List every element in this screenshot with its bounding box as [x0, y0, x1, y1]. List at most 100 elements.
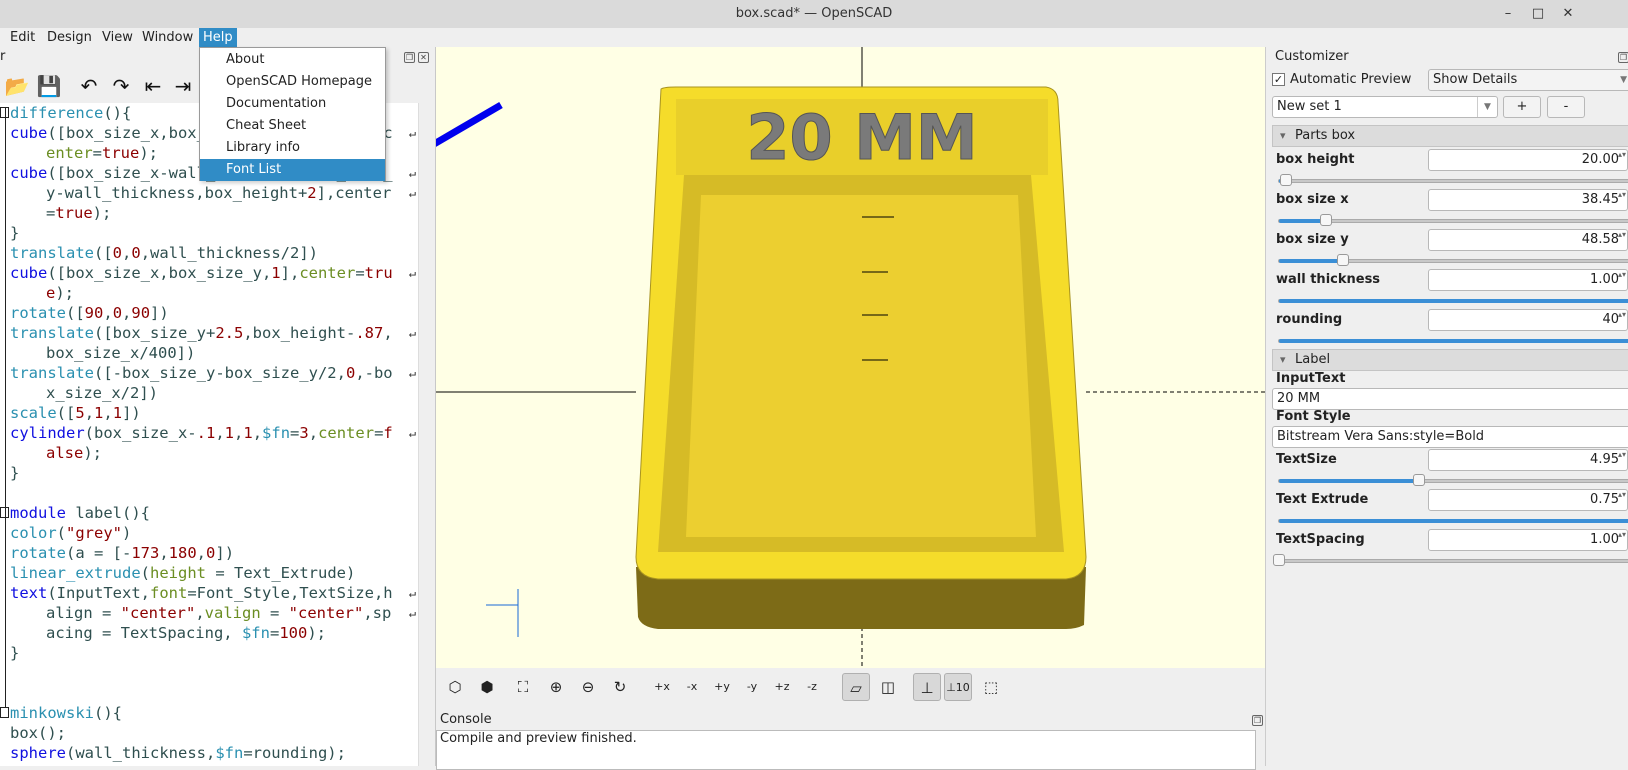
wrap-icon: ↵ [408, 586, 416, 600]
text-param-input[interactable]: 20 MM [1272, 388, 1628, 410]
preset-select[interactable]: New set 1 ▼ [1272, 96, 1498, 118]
spinbox-arrows-icon[interactable]: ▴▾ [1618, 269, 1626, 291]
menu-item-cheat-sheet[interactable]: Cheat Sheet [200, 115, 385, 137]
spinbox-arrows-icon[interactable]: ▴▾ [1618, 489, 1626, 511]
remove-preset-button[interactable]: - [1547, 96, 1585, 118]
zoom-in-icon[interactable]: ⊕ [542, 673, 570, 701]
code-line: x_size_x/2]) [0, 383, 418, 403]
undo-icon[interactable]: ↶ [76, 73, 102, 99]
code-line: translate([-box_size_y-box_size_y/2,0,-b… [0, 363, 418, 383]
open-file-icon[interactable]: 📂 [4, 73, 30, 99]
menu-item-font-list[interactable]: Font List [200, 159, 385, 181]
menu-item-documentation[interactable]: Documentation [200, 93, 385, 115]
details-select[interactable]: Show Details ▼ [1428, 69, 1628, 91]
minimize-button[interactable]: – [1494, 0, 1522, 28]
orthogonal-icon[interactable]: ◫ [874, 673, 902, 701]
show-scale-icon[interactable]: ⊥10 [944, 673, 972, 701]
param-value-input[interactable]: 1.00 [1428, 269, 1628, 291]
param-value-input[interactable]: 20.00 [1428, 149, 1628, 171]
view-front-icon[interactable]: -y [738, 673, 766, 701]
param-slider[interactable] [1278, 519, 1628, 523]
fold-icon[interactable] [0, 707, 9, 718]
console-output[interactable]: Compile and preview finished. [436, 730, 1256, 770]
view-left-icon[interactable]: -x [678, 673, 706, 701]
text-param-input[interactable]: Bitstream Vera Sans:style=Bold [1272, 426, 1628, 448]
code-text: y-wall_thickness,box_height+2],center [46, 184, 392, 202]
slider-fill [1279, 219, 1326, 223]
code-line: align = "center",valign = "center",sp ↵ [0, 603, 418, 623]
code-text: e); [46, 284, 75, 302]
param-slider[interactable] [1278, 339, 1628, 343]
slider-handle[interactable] [1412, 474, 1425, 486]
code-editor[interactable]: difference(){cube([box_size_x,box_size_y… [0, 103, 418, 766]
slider-handle[interactable] [1273, 554, 1285, 566]
spinbox-arrows-icon[interactable]: ▴▾ [1618, 309, 1626, 331]
param-slider[interactable] [1278, 174, 1628, 186]
param-value-input[interactable]: 40 [1428, 309, 1628, 331]
customizer-float-icon[interactable]: ❐ [1618, 52, 1628, 63]
param-value-input[interactable]: 38.45 [1428, 189, 1628, 211]
indent-icon[interactable]: ⇥ [170, 73, 196, 99]
param-slider[interactable] [1278, 299, 1628, 303]
menu-item-about[interactable]: About [200, 49, 385, 71]
code-text: color("grey") [10, 524, 132, 542]
redo-icon[interactable]: ↷ [108, 73, 134, 99]
auto-preview-checkbox[interactable]: ✓ [1272, 73, 1285, 86]
code-text: =true); [46, 204, 112, 222]
menu-help[interactable]: Help [199, 28, 237, 47]
param-slider[interactable] [1273, 554, 1628, 566]
float-icon[interactable]: ❐ [404, 52, 415, 63]
close-button[interactable]: ✕ [1554, 0, 1582, 28]
view-back-icon[interactable]: +y [708, 673, 736, 701]
slider-handle[interactable] [1337, 254, 1350, 266]
show-edges-icon[interactable]: ⬚ [977, 673, 1005, 701]
reset-view-icon[interactable]: ↻ [606, 673, 634, 701]
menu-design[interactable]: Design [43, 28, 96, 47]
param-value-input[interactable]: 0.75 [1428, 489, 1628, 511]
param-slider[interactable] [1278, 214, 1628, 226]
spinbox-arrows-icon[interactable]: ▴▾ [1618, 529, 1626, 551]
param-slider[interactable] [1278, 254, 1628, 266]
param-label: box height [1276, 152, 1355, 167]
add-preset-button[interactable]: + [1503, 96, 1541, 118]
3d-viewport[interactable]: 20 MM [436, 47, 1265, 668]
render-icon[interactable]: ⬢ [473, 673, 501, 701]
param-value-input[interactable]: 1.00 [1428, 529, 1628, 551]
spinbox-arrows-icon[interactable]: ▴▾ [1618, 149, 1626, 171]
save-icon[interactable]: 💾 [36, 73, 62, 99]
menu-window[interactable]: Window [138, 28, 197, 47]
perspective-icon[interactable]: ▱ [842, 673, 870, 701]
group-header-label[interactable]: Label [1272, 349, 1628, 371]
zoom-out-icon[interactable]: ⊖ [574, 673, 602, 701]
view-bottom-icon[interactable]: -z [798, 673, 826, 701]
code-text: enter=true); [46, 144, 159, 162]
spinbox-arrows-icon[interactable]: ▴▾ [1618, 229, 1626, 251]
close-panel-icon[interactable]: ✕ [418, 52, 429, 63]
console-float-icon[interactable]: ❐ [1252, 715, 1263, 726]
slider-handle[interactable] [1319, 214, 1332, 226]
unindent-icon[interactable]: ⇤ [140, 73, 166, 99]
group-header-parts-box[interactable]: Parts box [1272, 125, 1628, 147]
view-right-icon[interactable]: +x [648, 673, 676, 701]
menu-item-homepage[interactable]: OpenSCAD Homepage [200, 71, 385, 93]
menu-edit[interactable]: Edit [6, 28, 39, 47]
preview-icon[interactable]: ⬡ [441, 673, 469, 701]
spinbox-arrows-icon[interactable]: ▴▾ [1618, 449, 1626, 471]
show-axes-icon[interactable]: ⊥ [913, 673, 941, 701]
wrap-icon: ↵ [408, 326, 416, 340]
spinbox-arrows-icon[interactable]: ▴▾ [1618, 189, 1626, 211]
param-slider[interactable] [1278, 474, 1628, 486]
param-value-input[interactable]: 4.95 [1428, 449, 1628, 471]
param-label: rounding [1276, 312, 1343, 327]
param-value-input[interactable]: 48.58 [1428, 229, 1628, 251]
code-line: cylinder(box_size_x-.1,1,1,$fn=3,center=… [0, 423, 418, 443]
view-top-icon[interactable]: +z [768, 673, 796, 701]
maximize-button[interactable]: □ [1524, 0, 1552, 28]
view-all-icon[interactable]: ⛶ [509, 673, 537, 701]
slider-handle[interactable] [1280, 174, 1293, 186]
editor-title: r [0, 49, 6, 64]
editor-scrollbar[interactable] [418, 103, 432, 766]
code-line: translate([box_size_y+2.5,box_height-.87… [0, 323, 418, 343]
menu-item-library-info[interactable]: Library info [200, 137, 385, 159]
menu-view[interactable]: View [98, 28, 137, 47]
